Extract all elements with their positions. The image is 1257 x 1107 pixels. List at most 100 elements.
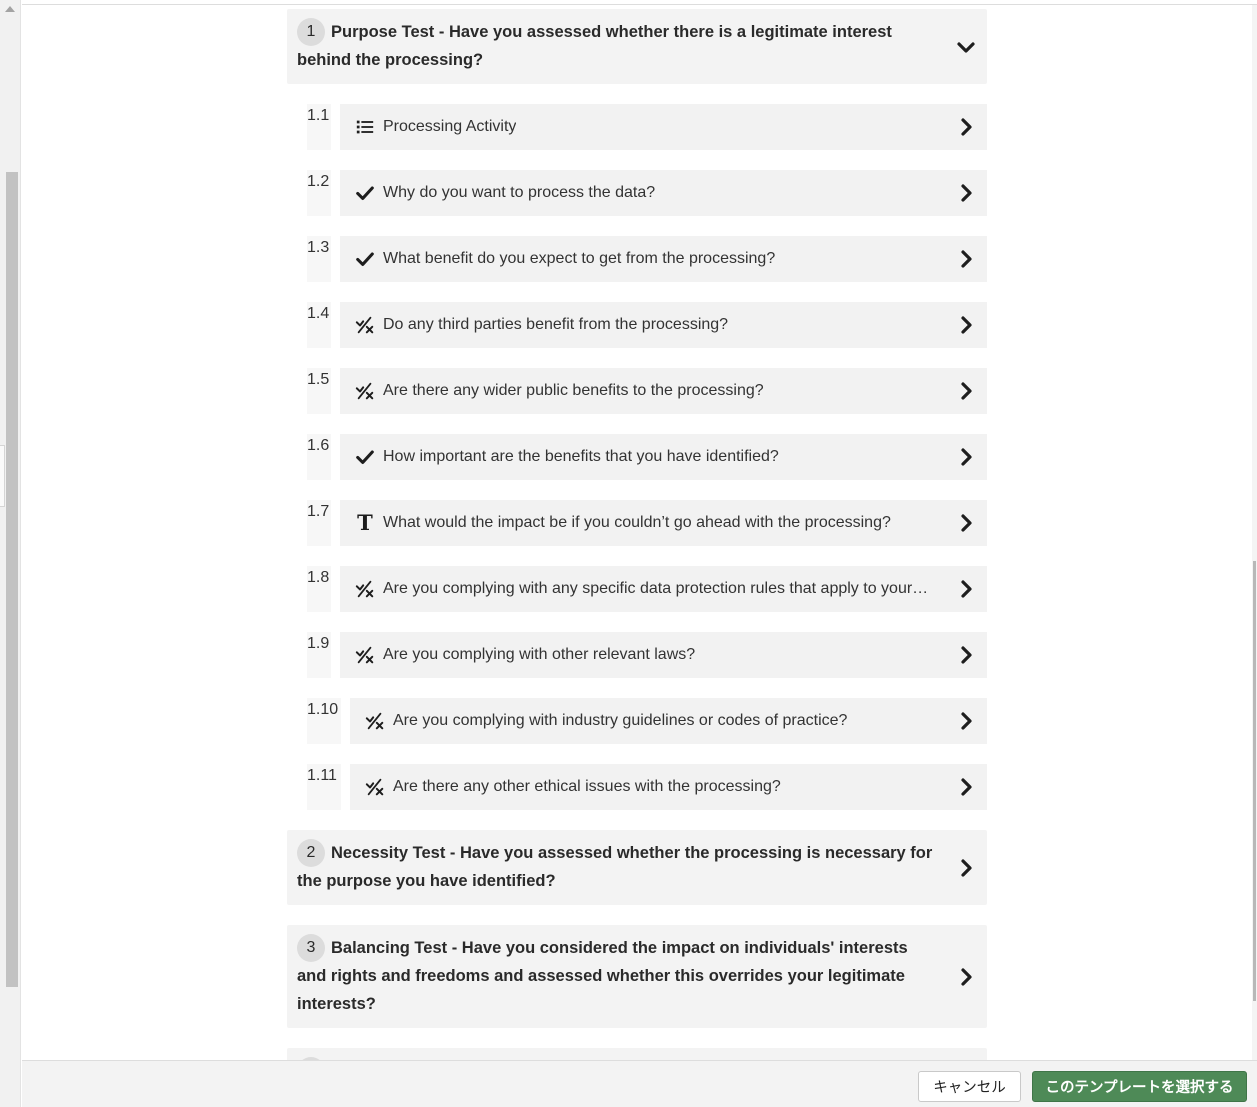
item-number: 1.11 xyxy=(307,764,341,810)
question-item-card[interactable]: What benefit do you expect to get from t… xyxy=(340,236,987,282)
cancel-button[interactable]: キャンセル xyxy=(918,1071,1021,1102)
question-item-card[interactable]: Are there any other ethical issues with … xyxy=(350,764,987,810)
list-item: 1.10 Are you complying with industry guid… xyxy=(287,698,987,744)
chevron-right-icon[interactable] xyxy=(955,644,977,666)
item-number: 1.3 xyxy=(307,236,331,282)
item-number-label: 1.11 xyxy=(307,767,337,784)
checkmark-icon xyxy=(354,182,376,204)
list-item: 1.8 Are you complying with any specific d… xyxy=(287,566,987,612)
check-cross-icon xyxy=(364,776,386,798)
question-label: What would the impact be if you couldn’t… xyxy=(383,514,891,531)
check-cross-icon xyxy=(354,314,376,336)
item-number-label: 1.9 xyxy=(307,635,330,652)
question-label: Are you complying with other relevant la… xyxy=(383,646,696,663)
check-cross-icon xyxy=(354,578,376,600)
section-2-header[interactable]: 2 Necessity Test - Have you assessed whet… xyxy=(287,830,987,905)
chevron-right-icon[interactable] xyxy=(955,966,977,988)
checkmark-icon xyxy=(354,446,376,468)
chevron-right-icon[interactable] xyxy=(955,380,977,402)
section-title: Balancing Test - Have you considered the… xyxy=(297,939,908,1013)
question-label: Do any third parties benefit from the pr… xyxy=(383,316,729,333)
section-title: Purpose Test - Have you assessed whether… xyxy=(297,23,892,69)
item-number: 1.7 xyxy=(307,500,331,546)
chevron-right-icon[interactable] xyxy=(955,248,977,270)
question-item-card[interactable]: Are you complying with other relevant la… xyxy=(340,632,987,678)
question-item-card[interactable]: How important are the benefits that you … xyxy=(340,434,987,480)
item-number: 1.6 xyxy=(307,434,331,480)
item-number: 1.4 xyxy=(307,302,331,348)
question-item-card[interactable]: Are you complying with industry guidelin… xyxy=(350,698,987,744)
item-number: 1.10 xyxy=(307,698,341,744)
item-number: 1.2 xyxy=(307,170,331,216)
question-item-card[interactable]: Processing Activity xyxy=(340,104,987,150)
chevron-right-icon[interactable] xyxy=(955,182,977,204)
item-number-label: 1.5 xyxy=(307,371,330,388)
question-label: How important are the benefits that you … xyxy=(383,448,779,465)
check-cross-icon xyxy=(354,644,376,666)
list-item: 1.9 Are you complying with other relevant… xyxy=(287,632,987,678)
list-icon xyxy=(354,116,376,138)
list-item: 1.7 T What would the impact be if you coul… xyxy=(287,500,987,546)
section-3-header[interactable]: 3 Balancing Test - Have you considered th… xyxy=(287,925,987,1028)
item-number-label: 1.8 xyxy=(307,569,330,586)
chevron-right-icon[interactable] xyxy=(955,710,977,732)
question-label: Processing Activity xyxy=(383,118,517,135)
chevron-down-icon[interactable] xyxy=(955,36,977,58)
list-item: 1.11 Are there any other ethical issues w… xyxy=(287,764,987,810)
list-item: 1.6 How important are the benefits that y… xyxy=(287,434,987,480)
list-item: 1.3 What benefit do you expect to get fro… xyxy=(287,236,987,282)
item-number-label: 1.10 xyxy=(307,701,339,718)
question-item-card[interactable]: Do any third parties benefit from the pr… xyxy=(340,302,987,348)
side-panel-handle[interactable] xyxy=(0,445,5,507)
chevron-right-icon[interactable] xyxy=(955,776,977,798)
section-1-header[interactable]: 1 Purpose Test - Have you assessed whethe… xyxy=(287,9,987,84)
question-item-card[interactable]: Are there any wider public benefits to t… xyxy=(340,368,987,414)
chevron-right-icon[interactable] xyxy=(955,578,977,600)
modal-scrollbar[interactable] xyxy=(1252,5,1257,1061)
question-label: Are you complying with industry guidelin… xyxy=(393,712,848,729)
section-title: Necessity Test - Have you assessed wheth… xyxy=(297,844,933,890)
question-label: Are there any wider public benefits to t… xyxy=(383,382,764,399)
question-label: What benefit do you expect to get from t… xyxy=(383,250,776,267)
modal-footer: キャンセル このテンプレートを選択する xyxy=(22,1060,1257,1107)
item-number: 1.5 xyxy=(307,368,331,414)
item-number: 1.1 xyxy=(307,104,331,150)
section-1-items: 1.1 Processing Activity 1.2 Why do you want… xyxy=(287,104,987,810)
list-item: 1.5 Are there any wider public benefits t… xyxy=(287,368,987,414)
list-item: 1.1 Processing Activity xyxy=(287,104,987,150)
item-number-label: 1.4 xyxy=(307,305,330,322)
question-item-card[interactable]: Are you complying with any specific data… xyxy=(340,566,987,612)
list-item: 1.2 Why do you want to process the data? xyxy=(287,170,987,216)
item-number-label: 1.7 xyxy=(307,503,330,520)
section-number-badge: 3 xyxy=(297,934,325,962)
modal-scrollbar-thumb[interactable] xyxy=(1253,561,1256,1001)
page-scrollbar[interactable] xyxy=(0,0,21,1107)
question-item-card[interactable]: Why do you want to process the data? xyxy=(340,170,987,216)
checkmark-icon xyxy=(354,248,376,270)
item-number-label: 1.1 xyxy=(307,107,330,124)
check-cross-icon xyxy=(354,380,376,402)
item-number-label: 1.6 xyxy=(307,437,330,454)
item-number: 1.9 xyxy=(307,632,331,678)
chevron-right-icon[interactable] xyxy=(955,446,977,468)
question-label: Are you complying with any specific data… xyxy=(383,580,929,597)
item-number-label: 1.2 xyxy=(307,173,330,190)
page-scrollbar-thumb[interactable] xyxy=(6,172,18,987)
scroll-up-arrow-icon[interactable] xyxy=(5,6,15,12)
item-number-label: 1.3 xyxy=(307,239,330,256)
question-item-card[interactable]: T What would the impact be if you couldn’… xyxy=(340,500,987,546)
section-number-badge: 2 xyxy=(297,839,325,867)
section-number-badge: 1 xyxy=(297,18,325,46)
select-template-button[interactable]: このテンプレートを選択する xyxy=(1032,1071,1247,1102)
item-number: 1.8 xyxy=(307,566,331,612)
text-icon: T xyxy=(357,510,373,535)
template-preview-modal: 1 Purpose Test - Have you assessed whethe… xyxy=(22,4,1257,1107)
template-sections: 1 Purpose Test - Have you assessed whethe… xyxy=(287,9,987,1107)
list-item: 1.4 Do any third parties benefit from the… xyxy=(287,302,987,348)
chevron-right-icon[interactable] xyxy=(955,512,977,534)
chevron-right-icon[interactable] xyxy=(955,857,977,879)
question-label: Why do you want to process the data? xyxy=(383,184,656,201)
question-label: Are there any other ethical issues with … xyxy=(393,778,781,795)
chevron-right-icon[interactable] xyxy=(955,116,977,138)
chevron-right-icon[interactable] xyxy=(955,314,977,336)
